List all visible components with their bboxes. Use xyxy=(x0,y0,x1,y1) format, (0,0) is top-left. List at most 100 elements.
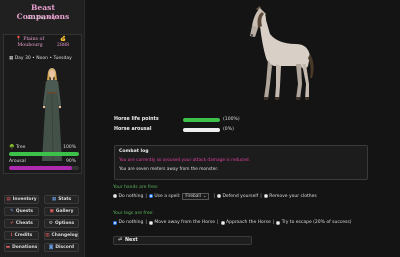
donations-icon: ▬ xyxy=(5,244,11,250)
horse-image xyxy=(250,6,314,100)
horse-hp-value: (100%) xyxy=(223,117,240,122)
stats-button[interactable]: ▦ Stats xyxy=(44,195,79,204)
date-text: Day 30 • Noon • Tuesday xyxy=(14,56,72,61)
horse-arousal-label: Horse arousal xyxy=(114,127,152,132)
stat-tree: 🌳 Tree xyxy=(9,145,25,150)
character-portrait xyxy=(42,68,62,162)
stat-arousal-bar xyxy=(9,166,79,170)
separator: | xyxy=(260,193,262,199)
combat-log-line-arousal: You are currently so aroused your attack… xyxy=(119,158,251,163)
cheats-button[interactable]: ✔ Cheats xyxy=(4,219,39,228)
location-line1: Plains of xyxy=(23,37,45,42)
map-pin-icon: 📍 xyxy=(15,37,22,42)
author-link[interactable]: Azigi1 xyxy=(47,15,59,20)
hands-defend-label[interactable]: Defend yourself xyxy=(222,194,258,199)
changelog-label: Changelog xyxy=(51,232,78,238)
spell-select-value: Fireball xyxy=(185,193,201,199)
horse-hp-bar-fill xyxy=(183,118,220,122)
legs-do-nothing-label[interactable]: Do nothing xyxy=(119,220,144,225)
changelog-icon: ▥ xyxy=(45,232,50,238)
options-button[interactable]: ⚙ Options xyxy=(44,219,79,228)
inventory-icon: ▤ xyxy=(6,196,11,202)
version-by: by xyxy=(40,15,46,20)
gallery-button[interactable]: ▣ Gallery xyxy=(44,207,79,216)
separator: | xyxy=(216,220,219,225)
stat-arousal-bar-fill xyxy=(9,166,72,170)
stats-label: Stats xyxy=(58,196,72,202)
legs-escape-label[interactable]: Try to escape (20% of success) xyxy=(282,220,352,225)
sidebar: Beast Companions v2.1.0 by Azigi1 📍 Plai… xyxy=(0,0,85,257)
donations-label: Donations xyxy=(12,244,38,250)
changelog-button[interactable]: ▥ Changelog xyxy=(44,231,79,240)
legs-do-nothing-radio[interactable] xyxy=(113,220,117,225)
money-bag-icon: 💰 xyxy=(60,37,66,42)
legs-escape-radio[interactable] xyxy=(276,220,281,225)
main-panel: Horse life points (100%) Horse arousal (… xyxy=(86,0,400,257)
spell-select[interactable]: Fireball ⌄ xyxy=(182,193,210,200)
combat-log: Combat log You are currently so aroused … xyxy=(114,145,368,180)
stat-tree-bar-fill xyxy=(9,152,79,156)
hands-remove-clothes-label[interactable]: Remove your clothes xyxy=(269,194,316,199)
hands-label: Your hands are free: xyxy=(113,185,159,190)
next-label: Next xyxy=(125,238,138,243)
horse-arousal-bar xyxy=(183,128,220,132)
hands-do-nothing-radio[interactable] xyxy=(113,194,117,199)
stats-icon: ▦ xyxy=(51,196,57,202)
horse-hp-bar xyxy=(183,118,220,122)
discord-label: Discord xyxy=(55,244,75,250)
horse-arousal-value: (0%) xyxy=(223,127,234,132)
credits-label: Credits xyxy=(14,232,33,238)
quests-label: Quests xyxy=(15,208,34,214)
cheats-label: Cheats xyxy=(15,220,33,226)
gold-amount: 2888 xyxy=(56,43,70,48)
gold-counter: 💰 2888 xyxy=(51,37,75,49)
stat-arousal-label: Arousal xyxy=(9,159,26,164)
gallery-label: Gallery xyxy=(55,208,74,214)
next-button[interactable]: ⏎ Next xyxy=(113,236,252,245)
combat-log-title: Combat log xyxy=(119,149,149,154)
quests-button[interactable]: ✎ Quests xyxy=(4,207,39,216)
horse-hp-label: Horse life points xyxy=(114,117,159,122)
status-card: 📍 Plains of Moubourg 💰 2888 ▦ Day 30 • N… xyxy=(3,34,82,174)
stat-tree-label: Tree xyxy=(16,145,26,150)
date-line: ▦ Day 30 • Noon • Tuesday xyxy=(9,56,72,61)
location-line2: Moubourg xyxy=(17,43,43,48)
hands-use-spell-label[interactable]: Use a spell: xyxy=(154,194,180,199)
inventory-label: Inventory xyxy=(12,196,37,202)
stat-tree-value: 100% xyxy=(63,145,76,150)
hands-defend-radio[interactable] xyxy=(216,194,221,199)
inventory-button[interactable]: ▤ Inventory xyxy=(4,195,39,204)
stat-arousal-value: 90% xyxy=(65,159,76,164)
chevron-down-icon: ⌄ xyxy=(202,193,207,199)
gallery-icon: ▣ xyxy=(49,208,54,214)
arrow-right-icon: ⏎ xyxy=(118,238,123,243)
gear-icon: ⚙ xyxy=(48,220,53,226)
discord-button[interactable]: ◙ Discord xyxy=(44,243,79,252)
legs-move-away-label[interactable]: Move away from the Horse xyxy=(154,220,215,225)
separator: | xyxy=(213,193,215,199)
tree-icon: 🌳 xyxy=(9,145,17,150)
hands-do-nothing-label[interactable]: Do nothing xyxy=(119,194,144,199)
separator: | xyxy=(145,220,147,225)
version-line: v2.1.0 by Azigi1 xyxy=(6,15,80,20)
donations-button[interactable]: ▬ Donations xyxy=(4,243,39,252)
legs-approach-radio[interactable] xyxy=(220,220,225,225)
info-icon: ℹ xyxy=(10,232,13,238)
combat-log-line-distance: You are seven meters away from the monst… xyxy=(119,167,219,172)
hands-choices: Do nothing | Use a spell: Fireball ⌄ | D… xyxy=(113,193,317,200)
version-number: v2.1.0 xyxy=(26,15,40,20)
legs-move-away-radio[interactable] xyxy=(148,220,153,225)
credits-button[interactable]: ℹ Credits xyxy=(4,231,39,240)
separator: | xyxy=(272,220,275,225)
quests-icon: ✎ xyxy=(9,208,14,214)
hands-use-spell-radio[interactable] xyxy=(148,194,153,199)
hands-remove-clothes-radio[interactable] xyxy=(263,194,268,199)
separator: | xyxy=(145,193,147,199)
discord-icon: ◙ xyxy=(48,244,54,250)
legs-approach-label[interactable]: Approach the Horse xyxy=(226,220,271,225)
cheats-icon: ✔ xyxy=(10,220,14,226)
options-label: Options xyxy=(54,220,75,226)
legs-choices: Do nothing | Move away from the Horse | … xyxy=(113,220,351,225)
location-name: 📍 Plains of Moubourg xyxy=(9,37,51,49)
legs-label: Your legs are free: xyxy=(113,211,154,216)
